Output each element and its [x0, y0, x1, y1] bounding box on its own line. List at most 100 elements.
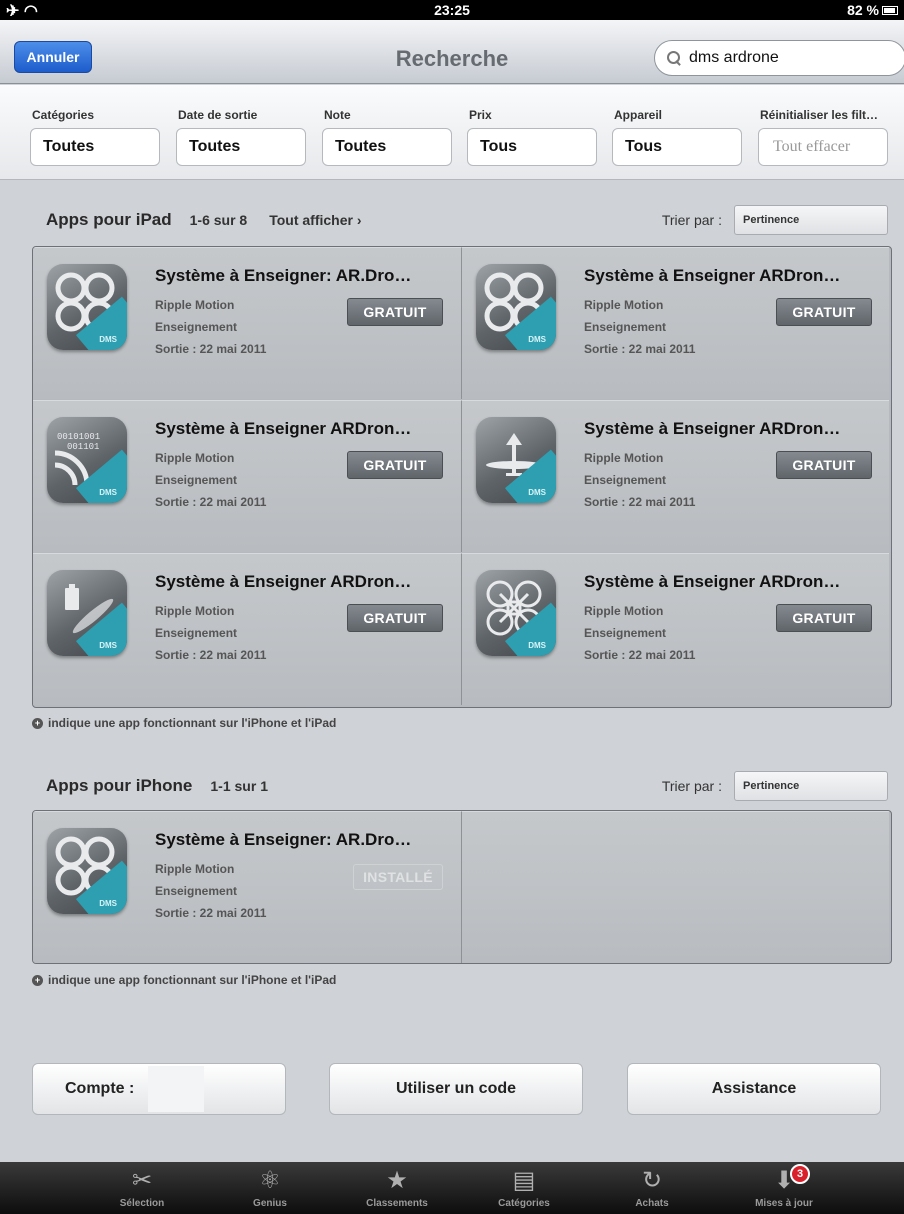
sort-label: Trier par : — [661, 212, 722, 228]
status-time: 23:25 — [434, 2, 470, 18]
app-title: Système à Enseigner ARDron… — [155, 572, 412, 591]
tab-purchases[interactable]: ↻ Achats — [592, 1162, 712, 1214]
filter-label: Note — [324, 108, 351, 122]
app-meta: Ripple Motion Enseignement Sortie : 22 m… — [155, 600, 266, 666]
tab-updates[interactable]: ⬇ 3 Mises à jour — [724, 1162, 844, 1214]
app-meta: Ripple Motion Enseignement Sortie : 22 m… — [584, 600, 695, 666]
tab-genius[interactable]: ⚛ Genius — [210, 1162, 330, 1214]
app-title: Système à Enseigner ARDron… — [584, 266, 841, 285]
filter-device-select[interactable]: Tous — [612, 128, 742, 166]
app-category: Enseignement — [584, 626, 667, 640]
app-card[interactable]: DMS Système à Enseigner: AR.Dro… Ripple … — [33, 247, 461, 399]
app-category: Enseignement — [155, 320, 238, 334]
filter-release-date-select[interactable]: Toutes — [176, 128, 306, 166]
battery-propeller-icon: DMS — [47, 570, 127, 656]
search-value: dms ardrone — [689, 49, 779, 66]
app-meta: Ripple Motion Enseignement Sortie : 22 m… — [155, 858, 266, 924]
filter-label: Catégories — [32, 108, 95, 122]
tab-label: Sélection — [119, 1198, 165, 1209]
sort-select[interactable]: Pertinence — [734, 771, 888, 801]
price-button[interactable]: GRATUIT — [347, 604, 443, 632]
price-button[interactable]: GRATUIT — [776, 604, 872, 632]
price-button[interactable]: GRATUIT — [776, 298, 872, 326]
account-button[interactable]: Compte : — [32, 1063, 286, 1115]
clear-all-button[interactable]: Tout effacer — [758, 128, 888, 166]
filter-price-select[interactable]: Tous — [467, 128, 597, 166]
app-card[interactable]: DMS Système à Enseigner ARDron… Ripple M… — [33, 553, 461, 705]
app-meta: Ripple Motion Enseignement Sortie : 22 m… — [155, 447, 266, 513]
price-button[interactable]: GRATUIT — [776, 451, 872, 479]
support-button[interactable]: Assistance — [627, 1063, 881, 1115]
app-meta: Ripple Motion Enseignement Sortie : 22 m… — [584, 447, 695, 513]
app-category: Enseignement — [155, 626, 238, 640]
app-card[interactable]: DMS Système à Enseigner ARDron… Ripple M… — [461, 400, 889, 552]
app-title: Système à Enseigner: AR.Dro… — [155, 266, 412, 285]
app-developer: Ripple Motion — [584, 298, 664, 312]
app-card[interactable]: DMS Système à Enseigner: AR.Dro… Ripple … — [33, 811, 461, 963]
tab-categories[interactable]: ▤ Catégories — [464, 1162, 584, 1214]
battery-indicator: 82 % — [847, 2, 898, 18]
universal-app-note: + indique une app fonctionnant sur l'iPh… — [32, 973, 336, 987]
app-developer: Ripple Motion — [155, 298, 235, 312]
app-title: Système à Enseigner ARDron… — [584, 572, 841, 591]
updates-badge: 3 — [790, 1164, 810, 1184]
filter-rating: Note Toutes — [322, 108, 452, 166]
selection-icon: ✂ — [131, 1167, 153, 1194]
section-title: Apps pour iPhone — [46, 776, 193, 795]
tab-rankings[interactable]: ★ Classements — [337, 1162, 457, 1214]
plus-icon: + — [32, 974, 43, 986]
app-title: Système à Enseigner: AR.Dro… — [155, 830, 412, 849]
status-bar: ✈ ︎◠ 23:25 82 % — [0, 0, 904, 20]
stack-icon: ▤ — [512, 1167, 536, 1194]
nav-bar: Annuler Recherche dms ardrone — [0, 20, 904, 84]
drone-outline-icon: DMS — [476, 264, 556, 350]
price-button[interactable]: GRATUIT — [347, 298, 443, 326]
note-text: indique une app fonctionnant sur l'iPhon… — [48, 973, 337, 987]
propeller-arrow-icon: DMS — [476, 417, 556, 503]
app-card[interactable]: 00101001 001101 DMS Système à Enseigner A… — [33, 400, 461, 552]
filter-label: Appareil — [614, 108, 663, 122]
app-release: Sortie : 22 mai 2011 — [155, 648, 267, 662]
sort-label: Trier par : — [661, 778, 722, 794]
filter-rating-select[interactable]: Toutes — [322, 128, 452, 166]
app-release: Sortie : 22 mai 2011 — [584, 342, 696, 356]
search-input[interactable]: dms ardrone — [654, 40, 904, 76]
price-button[interactable]: GRATUIT — [347, 451, 443, 479]
svg-text:001101: 001101 — [67, 442, 99, 452]
filter-categories-select[interactable]: Toutes — [30, 128, 160, 166]
filter-label: Date de sortie — [178, 108, 258, 122]
see-all-link[interactable]: Tout afficher › — [269, 212, 361, 228]
tab-selection[interactable]: ✂ Sélection — [82, 1162, 202, 1214]
tab-label: Mises à jour — [755, 1198, 813, 1209]
app-developer: Ripple Motion — [584, 604, 664, 618]
star-icon: ★ — [386, 1167, 408, 1194]
ipad-section-header: Apps pour iPad 1-6 sur 8 Tout afficher ›… — [46, 204, 888, 236]
account-value-redacted — [148, 1066, 205, 1112]
binary-wifi-icon: 00101001 001101 DMS — [47, 417, 127, 503]
plus-icon: + — [32, 717, 43, 729]
tab-label: Catégories — [498, 1198, 550, 1209]
drone-frame-icon: DMS — [476, 570, 556, 656]
app-card[interactable]: DMS Système à Enseigner ARDron… Ripple M… — [461, 247, 889, 399]
app-release: Sortie : 22 mai 2011 — [584, 495, 696, 509]
app-developer: Ripple Motion — [155, 604, 235, 618]
battery-percent: 82 % — [847, 2, 879, 18]
app-card[interactable]: DMS Système à Enseigner ARDron… Ripple M… — [461, 553, 889, 705]
search-icon — [667, 51, 681, 65]
app-meta: Ripple Motion Enseignement Sortie : 22 m… — [584, 294, 695, 360]
iphone-section-header: Apps pour iPhone 1-1 sur 1 Trier par : P… — [46, 770, 888, 802]
app-release: Sortie : 22 mai 2011 — [155, 906, 267, 920]
drone-outline-icon: DMS — [47, 264, 127, 350]
tab-label: Classements — [366, 1198, 428, 1209]
universal-app-note: + indique une app fonctionnant sur l'iPh… — [32, 716, 336, 730]
redeem-code-button[interactable]: Utiliser un code — [329, 1063, 583, 1115]
app-category: Enseignement — [155, 884, 238, 898]
filter-device: Appareil Tous — [612, 108, 742, 166]
installed-button: INSTALLÉ — [353, 864, 443, 890]
battery-icon — [882, 5, 898, 15]
app-developer: Ripple Motion — [155, 451, 235, 465]
app-title: Système à Enseigner ARDron… — [584, 419, 841, 438]
app-category: Enseignement — [584, 320, 667, 334]
sort-select[interactable]: Pertinence — [734, 205, 888, 235]
filter-bar: Catégories Toutes Date de sortie Toutes … — [0, 85, 904, 180]
